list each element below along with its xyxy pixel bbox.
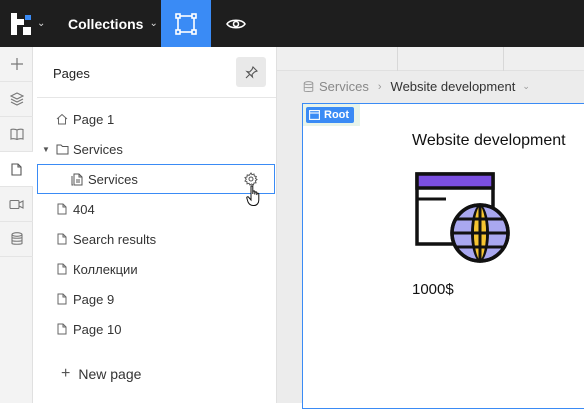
- page-icon: [53, 203, 71, 215]
- page-item-page-1[interactable]: Page 1: [37, 104, 275, 134]
- new-page-button[interactable]: + New page: [61, 365, 141, 383]
- page-item-page-9[interactable]: Page 9: [37, 284, 275, 314]
- pages-panel: Pages Page 1 ▼ Services Services 404 Sea…: [33, 47, 277, 403]
- page-icon: [53, 293, 71, 305]
- page-label: Page 1: [73, 111, 115, 127]
- media-button[interactable]: [0, 187, 33, 222]
- divider: [397, 47, 398, 71]
- project-switcher[interactable]: Collections ⌄: [68, 0, 158, 47]
- pages-icon: [68, 173, 86, 186]
- plus-icon: +: [61, 365, 71, 382]
- page-frame[interactable]: Root Website development 1000$: [302, 103, 584, 409]
- breadcrumb: Services › Website development ⌄: [303, 79, 530, 94]
- page-label: Search results: [73, 231, 157, 247]
- page-label: Page 10: [73, 321, 122, 337]
- folder-icon: [53, 144, 71, 155]
- service-price[interactable]: 1000$: [412, 281, 454, 298]
- page-label: Коллекции: [73, 261, 138, 277]
- design-mode-button[interactable]: [161, 0, 211, 47]
- chevron-down-icon[interactable]: ⌄: [522, 81, 530, 92]
- pin-icon: [244, 65, 258, 79]
- chevron-down-icon: ⌄: [149, 18, 158, 29]
- page-item-services[interactable]: Services: [37, 164, 275, 194]
- web-globe-illustration[interactable]: [414, 171, 512, 272]
- database-icon: [303, 80, 314, 92]
- chevron-down-icon: ⌄: [37, 18, 46, 29]
- page-icon: [53, 323, 71, 335]
- project-label: Collections: [68, 15, 144, 32]
- page-item-services-folder[interactable]: ▼ Services: [37, 134, 275, 164]
- layers-icon: [9, 92, 24, 106]
- preview-button[interactable]: [211, 0, 261, 47]
- page-icon: [53, 263, 71, 275]
- database-icon: [10, 232, 23, 245]
- page-label: Services: [88, 171, 138, 187]
- page-item-404[interactable]: 404: [37, 194, 275, 224]
- caret-down-icon[interactable]: ▼: [42, 145, 50, 154]
- page-item-page-10[interactable]: Page 10: [37, 314, 275, 344]
- left-tool-rail: [0, 47, 33, 403]
- root-label[interactable]: Root: [303, 104, 361, 126]
- add-element-button[interactable]: [0, 47, 33, 82]
- breadcrumb-parent[interactable]: Services: [319, 79, 369, 94]
- logo-menu-button[interactable]: ⌄: [0, 0, 52, 47]
- page-label: Page 9: [73, 291, 115, 307]
- pin-panel-button[interactable]: [236, 57, 266, 87]
- book-icon: [9, 128, 24, 140]
- root-label-text: Root: [324, 109, 350, 121]
- ruler-strip: [277, 47, 584, 71]
- root-tag[interactable]: Root: [306, 107, 355, 123]
- home-icon: [53, 113, 71, 125]
- data-button[interactable]: [0, 222, 33, 257]
- page-item-collections[interactable]: Коллекции: [37, 254, 275, 284]
- pages-button[interactable]: [0, 152, 33, 187]
- frame-select-icon: [175, 12, 197, 35]
- video-icon: [9, 199, 24, 209]
- page-item-search-results[interactable]: Search results: [37, 224, 275, 254]
- window-icon: [309, 110, 320, 120]
- library-button[interactable]: [0, 117, 33, 152]
- divider: [503, 47, 504, 71]
- top-toolbar: ⌄ Collections ⌄: [0, 0, 584, 47]
- page-label: 404: [73, 201, 95, 217]
- page-icon: [11, 162, 22, 176]
- hand-cursor-icon: [246, 185, 262, 212]
- page-label: Services: [73, 141, 123, 157]
- chevron-right-icon: ›: [377, 80, 382, 93]
- new-page-label: New page: [78, 366, 142, 382]
- logo-icon: [11, 12, 31, 35]
- plus-icon: [10, 58, 23, 70]
- divider: [37, 97, 276, 98]
- eye-icon: [226, 18, 246, 29]
- canvas-area: Services › Website development ⌄ Root We…: [277, 47, 584, 409]
- layers-button[interactable]: [0, 82, 33, 117]
- page-icon: [53, 233, 71, 245]
- panel-title: Pages: [53, 66, 90, 81]
- service-heading[interactable]: Website development: [412, 132, 566, 150]
- breadcrumb-current[interactable]: Website development: [391, 79, 516, 94]
